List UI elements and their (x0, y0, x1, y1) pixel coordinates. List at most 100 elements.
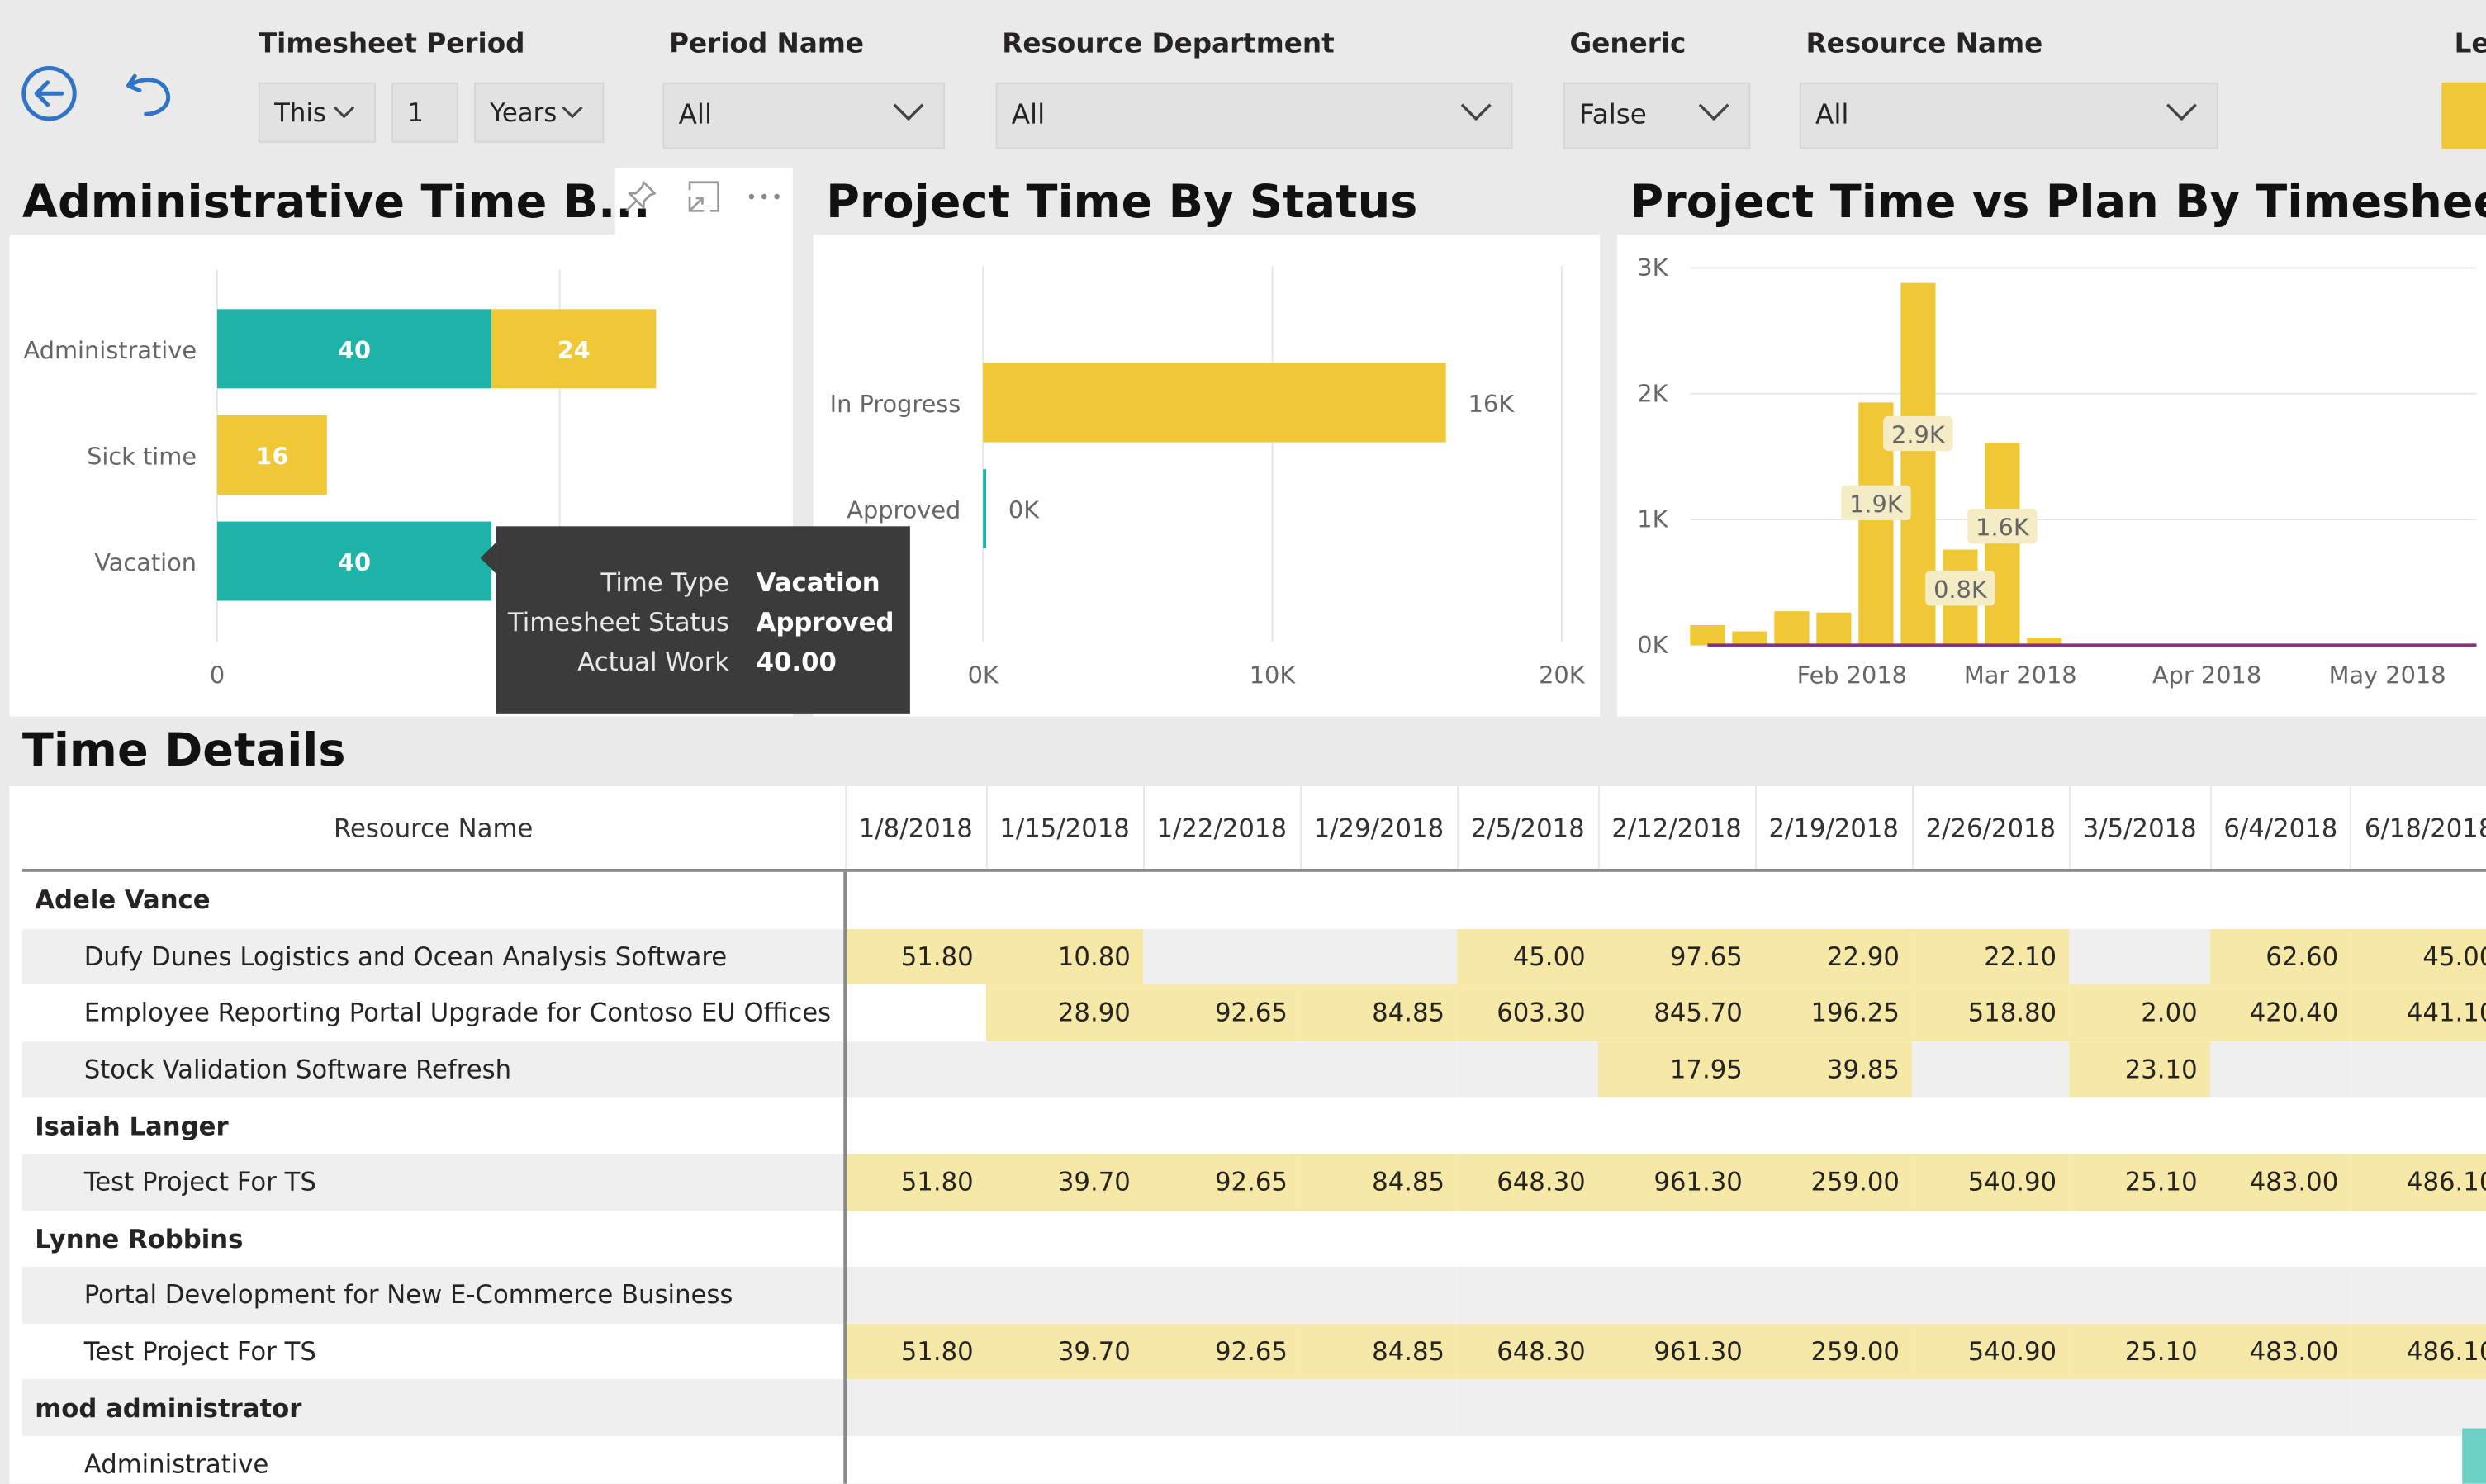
value-cell[interactable] (1300, 870, 1457, 928)
value-cell[interactable] (2210, 1436, 2351, 1484)
value-cell[interactable]: 648.30 (1457, 1323, 1599, 1380)
value-cell[interactable] (2210, 1267, 2351, 1324)
value-cell[interactable]: 39.70 (986, 1323, 1144, 1380)
resource-name-cell[interactable]: Isaiah Langer (21, 1098, 847, 1154)
value-cell[interactable]: 10.80 (986, 928, 1144, 985)
value-cell[interactable] (1598, 1436, 1755, 1484)
value-cell[interactable] (1300, 1379, 1458, 1437)
value-cell[interactable] (845, 984, 986, 1041)
value-cell[interactable] (2210, 1379, 2351, 1437)
value-cell[interactable] (1143, 1211, 1300, 1267)
value-cell[interactable]: 17.95 (1598, 1041, 1756, 1098)
value-cell[interactable] (1300, 1267, 1458, 1324)
value-cell[interactable] (845, 1098, 986, 1154)
column-header-resource-name[interactable]: Resource Name (21, 786, 846, 872)
column-header-date[interactable]: 2/5/2018 (1456, 786, 1599, 872)
value-cell[interactable] (1912, 870, 2069, 928)
column-header-date[interactable]: 2/12/2018 (1597, 786, 1756, 872)
value-cell[interactable] (1598, 1379, 1756, 1437)
value-cell[interactable]: 39.70 (986, 1154, 1144, 1211)
value-cell[interactable] (2351, 870, 2486, 928)
column-header-date[interactable]: 2/19/2018 (1754, 786, 1913, 872)
value-cell[interactable]: 97.65 (1598, 928, 1756, 985)
value-cell[interactable] (2351, 1211, 2486, 1267)
value-cell[interactable]: 22.10 (1912, 928, 2070, 985)
value-cell[interactable] (2069, 928, 2211, 985)
value-cell[interactable] (1755, 1211, 1912, 1267)
project-name-cell[interactable]: Stock Validation Software Refresh (21, 1041, 847, 1098)
value-cell[interactable] (1457, 1098, 1598, 1154)
value-cell[interactable]: 51.80 (845, 928, 987, 985)
value-cell[interactable]: 420.40 (2210, 984, 2351, 1041)
value-cell[interactable] (845, 870, 986, 928)
value-cell[interactable] (1457, 1379, 1599, 1437)
value-cell[interactable] (1598, 1267, 1756, 1324)
resource-name-cell[interactable]: Adele Vance (21, 870, 847, 929)
value-cell[interactable] (2351, 1098, 2486, 1154)
value-cell[interactable] (1598, 870, 1755, 928)
value-cell[interactable] (986, 1436, 1143, 1484)
value-cell[interactable] (1300, 928, 1458, 985)
value-cell[interactable] (1912, 1041, 2070, 1098)
value-cell[interactable] (2069, 1211, 2210, 1267)
value-cell[interactable] (2069, 870, 2210, 928)
table-row[interactable]: Dufy Dunes Logistics and Ocean Analysis … (21, 928, 2486, 985)
value-cell[interactable]: 51.80 (845, 1323, 987, 1380)
column-header-date[interactable]: 1/29/2018 (1299, 786, 1458, 872)
value-cell[interactable] (1912, 1211, 2069, 1267)
value-cell[interactable] (1143, 1379, 1301, 1437)
value-cell[interactable] (1300, 1098, 1457, 1154)
value-cell[interactable] (1300, 1436, 1457, 1484)
value-cell[interactable]: 196.25 (1755, 984, 1913, 1041)
project-name-cell[interactable]: Dufy Dunes Logistics and Ocean Analysis … (21, 928, 847, 985)
value-cell[interactable]: 603.30 (1457, 984, 1599, 1041)
value-cell[interactable] (1912, 1098, 2069, 1154)
value-cell[interactable]: 441.10 (2351, 984, 2486, 1041)
value-cell[interactable] (2210, 1041, 2351, 1098)
value-cell[interactable] (2069, 1379, 2211, 1437)
column-header-date[interactable]: 2/26/2018 (1911, 786, 2070, 872)
value-cell[interactable] (2210, 1098, 2351, 1154)
value-cell[interactable]: 45.00 (2351, 928, 2486, 985)
value-cell[interactable] (1143, 1436, 1300, 1484)
value-cell[interactable] (1300, 1211, 1457, 1267)
value-cell[interactable] (2210, 870, 2351, 928)
value-cell[interactable] (1912, 1436, 2069, 1484)
value-cell[interactable] (986, 870, 1143, 928)
value-cell[interactable] (2069, 1098, 2210, 1154)
column-header-date[interactable]: 6/4/2018 (2209, 786, 2351, 872)
value-cell[interactable] (1143, 1098, 1300, 1154)
value-cell[interactable]: 961.30 (1598, 1323, 1756, 1380)
group-row[interactable]: mod administrator (21, 1379, 2486, 1437)
value-cell[interactable] (1457, 1267, 1599, 1324)
value-cell[interactable] (1755, 1267, 1913, 1324)
value-cell[interactable] (845, 1267, 987, 1324)
value-cell[interactable] (2351, 1267, 2486, 1324)
value-cell[interactable] (1912, 1379, 2070, 1437)
table-row[interactable]: Test Project For TS 51.80 39.70 92.65 84.85 6… (21, 1323, 2486, 1380)
column-header-date[interactable]: 1/15/2018 (985, 786, 1144, 872)
column-header-date[interactable]: 1/22/2018 (1142, 786, 1301, 872)
group-row[interactable]: Isaiah Langer (21, 1098, 2486, 1154)
value-cell[interactable]: 45.00 (1457, 928, 1599, 985)
group-row[interactable]: Adele Vance (21, 870, 2486, 929)
value-cell[interactable]: 483.00 (2210, 1154, 2351, 1211)
value-cell[interactable] (1457, 1041, 1599, 1098)
value-cell[interactable]: 51.80 (845, 1154, 987, 1211)
value-cell[interactable] (2210, 1211, 2351, 1267)
project-name-cell[interactable]: Test Project For TS (21, 1154, 847, 1211)
project-name-cell[interactable]: Employee Reporting Portal Upgrade for Co… (21, 984, 847, 1041)
value-cell[interactable] (2351, 1041, 2486, 1098)
value-cell[interactable] (1143, 1041, 1301, 1098)
group-row[interactable]: Lynne Robbins (21, 1210, 2486, 1268)
value-cell[interactable] (1755, 1436, 1912, 1484)
value-cell[interactable]: 518.80 (1912, 984, 2070, 1041)
resource-name-cell[interactable]: Lynne Robbins (21, 1210, 847, 1268)
value-cell[interactable]: 62.60 (2210, 928, 2351, 985)
scrollbar-thumb[interactable] (2462, 1428, 2486, 1484)
value-cell[interactable] (986, 1379, 1144, 1437)
value-cell[interactable]: 845.70 (1598, 984, 1756, 1041)
value-cell[interactable] (1143, 928, 1301, 985)
value-cell[interactable] (2069, 1436, 2210, 1484)
time-details-matrix[interactable]: Resource Name 1/8/2018 1/15/2018 1/22/2018… (9, 786, 2486, 1484)
